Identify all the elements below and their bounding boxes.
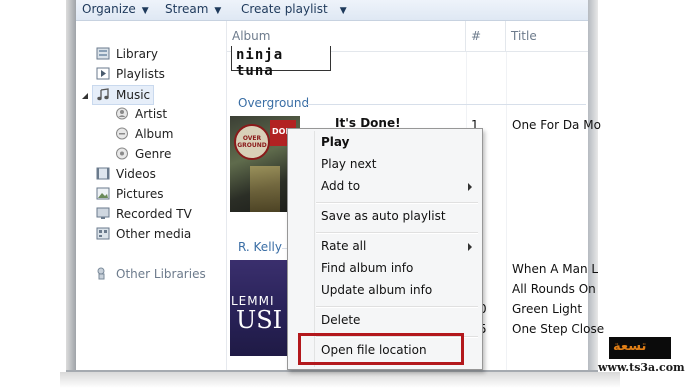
organize-menu[interactable]: Organize ▼ [82,2,149,16]
other-libraries-icon [96,267,110,280]
playlist-icon [96,67,110,80]
logo-text: تسعة [613,339,647,354]
expand-collapse-icon[interactable] [81,89,89,99]
album-art-text: ninja tuna [236,47,284,79]
desktop-background [0,0,72,388]
window-right-border [588,0,598,372]
toolbar: Organize ▼ Stream ▼ Create playlist ▼ [76,0,588,21]
nav-label: Videos [116,167,156,181]
submenu-arrow-icon [468,243,472,251]
tv-icon [96,207,110,220]
menu-item-add-to[interactable]: Add to [321,179,360,193]
group-divider [306,104,586,105]
album-icon [115,127,129,140]
menu-item-save-as-auto-playlist[interactable]: Save as auto playlist [321,209,446,223]
menu-item-update-album-info[interactable]: Update album info [321,283,432,297]
nav-item-other-libraries[interactable]: Other Libraries [96,265,206,283]
create-playlist-label: Create playlist [241,2,328,16]
nav-item-music[interactable]: Music [92,85,155,105]
nav-label: Album [135,127,174,141]
nav-label: Playlists [116,67,165,81]
nav-item-pictures[interactable]: Pictures [96,185,164,203]
menu-item-rate-all[interactable]: Rate all [321,239,366,253]
window-left-border [66,0,76,372]
genre-icon [115,147,129,160]
menu-separator [316,202,478,204]
menu-item-play-next[interactable]: Play next [321,157,376,171]
nav-label: Recorded TV [116,207,192,221]
music-note-icon [96,88,110,101]
album-art-alley [250,166,280,212]
nav-item-recorded-tv[interactable]: Recorded TV [96,205,192,223]
column-header-title[interactable]: Title [506,21,593,51]
track-title[interactable]: One Step Close [512,322,604,336]
nav-label: Pictures [116,187,164,201]
menu-item-delete[interactable]: Delete [321,313,360,327]
chevron-down-icon: ▼ [141,6,149,16]
chevron-down-icon: ▼ [214,6,222,16]
menu-item-find-album-info[interactable]: Find album info [321,261,413,275]
nav-label: Other media [116,227,192,241]
nav-label: Artist [135,107,168,121]
menu-separator [316,232,478,234]
artist-icon [115,107,129,120]
window-shadow [60,372,620,388]
track-title[interactable]: One For Da Mo [512,118,601,132]
track-title[interactable]: All Rounds On [512,282,596,296]
organize-label: Organize [82,2,136,16]
nav-item-artist[interactable]: Artist [115,105,167,123]
nav-item-album[interactable]: Album [115,125,173,143]
nav-item-genre[interactable]: Genre [115,145,171,163]
nav-label: Library [116,47,158,61]
nav-item-playlists[interactable]: Playlists [96,65,165,83]
nav-label: Genre [135,147,172,161]
chevron-down-icon: ▼ [339,6,347,16]
nav-item-library[interactable]: Library [96,45,158,63]
album-art-ninja-tuna[interactable]: ninja tuna [231,46,331,79]
nav-item-videos[interactable]: Videos [96,165,156,183]
stream-menu[interactable]: Stream ▼ [165,2,221,16]
album-art-badge: OVER GROUND [234,124,270,160]
menu-gutter [314,131,315,367]
album-art-text: USI [236,306,283,334]
badge-text: OVER GROUND [237,135,267,149]
column-divider [506,52,507,370]
group-header[interactable]: Overground [238,96,309,110]
nav-label: Other Libraries [116,267,206,281]
nav-item-other-media[interactable]: Other media [96,225,191,243]
highlight-box [298,333,464,365]
create-playlist-menu[interactable]: Create playlist ▼ [241,2,347,16]
menu-item-play[interactable]: Play [321,135,349,149]
other-media-icon [96,227,110,240]
track-title[interactable]: Green Light [512,302,582,316]
track-title[interactable]: When A Man L [512,262,598,276]
video-icon [96,167,110,180]
stream-label: Stream [165,2,209,16]
picture-icon [96,187,110,200]
group-header[interactable]: R. Kelly [238,240,282,254]
menu-separator [316,306,478,308]
column-header-number[interactable]: # [466,21,506,51]
site-logo: تسعة [609,337,671,359]
watermark-url: www.ts3a.com [598,361,685,374]
nav-label: Music [116,88,151,102]
submenu-arrow-icon [468,183,472,191]
library-icon [96,47,110,60]
